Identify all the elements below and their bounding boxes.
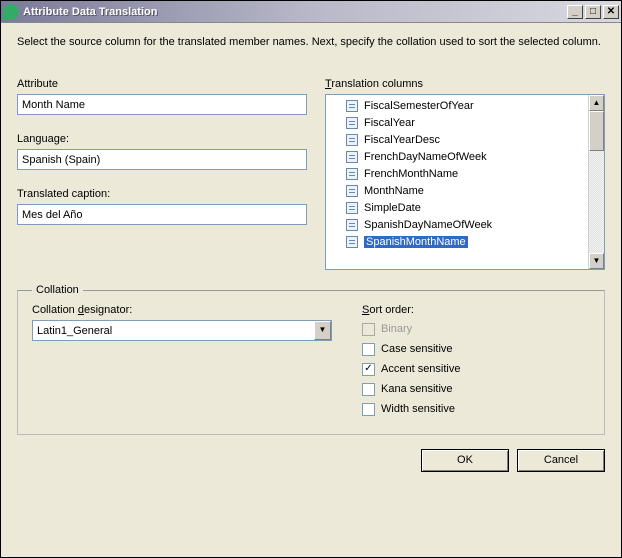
column-icon xyxy=(346,168,358,180)
sort-option-row: Binary xyxy=(362,320,590,338)
sort-option-label: Binary xyxy=(381,323,412,335)
translated-caption-label: Translated caption: xyxy=(17,188,307,200)
scroll-down-button[interactable]: ▼ xyxy=(589,253,604,269)
ok-button[interactable]: OK xyxy=(421,449,509,472)
column-item[interactable]: MonthName xyxy=(326,182,588,199)
cancel-button[interactable]: Cancel xyxy=(517,449,605,472)
close-button[interactable]: ✕ xyxy=(603,5,619,19)
window-title: Attribute Data Translation xyxy=(23,6,565,18)
column-icon xyxy=(346,185,358,197)
column-item[interactable]: FiscalYearDesc xyxy=(326,131,588,148)
column-item[interactable]: FrenchMonthName xyxy=(326,165,588,182)
language-field[interactable] xyxy=(17,149,307,170)
checkbox xyxy=(362,323,375,336)
column-item-label: SpanishMonthName xyxy=(364,236,468,248)
column-icon xyxy=(346,134,358,146)
collation-fieldset: Collation Collation designator: Latin1_G… xyxy=(17,284,605,435)
column-icon xyxy=(346,151,358,163)
scroll-up-button[interactable]: ▲ xyxy=(589,95,604,111)
dialog-window: Attribute Data Translation _ □ ✕ Select … xyxy=(0,0,622,558)
column-item-label: FiscalYear xyxy=(364,117,415,129)
collation-designator-label: Collation designator: xyxy=(32,304,332,316)
scroll-thumb[interactable] xyxy=(589,111,604,151)
checkbox[interactable] xyxy=(362,343,375,356)
maximize-button[interactable]: □ xyxy=(585,5,601,19)
column-item[interactable]: FrenchDayNameOfWeek xyxy=(326,148,588,165)
column-item-label: SimpleDate xyxy=(364,202,421,214)
checkbox[interactable]: ✓ xyxy=(362,363,375,376)
chevron-down-icon[interactable]: ▼ xyxy=(314,321,331,340)
column-item-label: FrenchMonthName xyxy=(364,168,458,180)
app-icon xyxy=(3,4,19,20)
column-icon xyxy=(346,202,358,214)
column-icon xyxy=(346,117,358,129)
column-item[interactable]: SpanishDayNameOfWeek xyxy=(326,216,588,233)
column-icon xyxy=(346,236,358,248)
column-item-label: FiscalSemesterOfYear xyxy=(364,100,474,112)
column-icon xyxy=(346,219,358,231)
titlebar[interactable]: Attribute Data Translation _ □ ✕ xyxy=(1,1,621,23)
sort-option-row[interactable]: Kana sensitive xyxy=(362,380,590,398)
translation-columns-listbox[interactable]: FiscalSemesterOfYear FiscalYear FiscalYear… xyxy=(325,94,605,270)
translated-caption-field[interactable] xyxy=(17,204,307,225)
sort-option-label: Case sensitive xyxy=(381,343,453,355)
attribute-label: Attribute xyxy=(17,78,307,90)
sort-option-row[interactable]: Width sensitive xyxy=(362,400,590,418)
column-icon xyxy=(346,100,358,112)
column-item-label: FrenchDayNameOfWeek xyxy=(364,151,487,163)
sort-option-label: Accent sensitive xyxy=(381,363,461,375)
attribute-field[interactable] xyxy=(17,94,307,115)
column-item[interactable]: SpanishMonthName xyxy=(326,233,588,250)
column-item-label: SpanishDayNameOfWeek xyxy=(364,219,492,231)
column-item-label: MonthName xyxy=(364,185,424,197)
column-item[interactable]: SimpleDate xyxy=(326,199,588,216)
sort-order-label: Sort order: xyxy=(362,304,590,316)
sort-option-row[interactable]: ✓ Accent sensitive xyxy=(362,360,590,378)
sort-option-row[interactable]: Case sensitive xyxy=(362,340,590,358)
translation-columns-label: Translation columns xyxy=(325,78,605,90)
column-item[interactable]: FiscalSemesterOfYear xyxy=(326,97,588,114)
minimize-button[interactable]: _ xyxy=(567,5,583,19)
collation-designator-combo[interactable]: Latin1_General ▼ xyxy=(32,320,332,341)
column-item[interactable]: FiscalYear xyxy=(326,114,588,131)
language-label: Language: xyxy=(17,133,307,145)
checkbox[interactable] xyxy=(362,403,375,416)
column-item-label: FiscalYearDesc xyxy=(364,134,440,146)
sort-option-label: Kana sensitive xyxy=(381,383,453,395)
collation-legend: Collation xyxy=(32,284,83,296)
instruction-text: Select the source column for the transla… xyxy=(17,35,605,50)
listbox-scrollbar[interactable]: ▲ ▼ xyxy=(588,95,604,269)
checkbox[interactable] xyxy=(362,383,375,396)
collation-designator-value: Latin1_General xyxy=(33,325,314,337)
sort-option-label: Width sensitive xyxy=(381,403,455,415)
